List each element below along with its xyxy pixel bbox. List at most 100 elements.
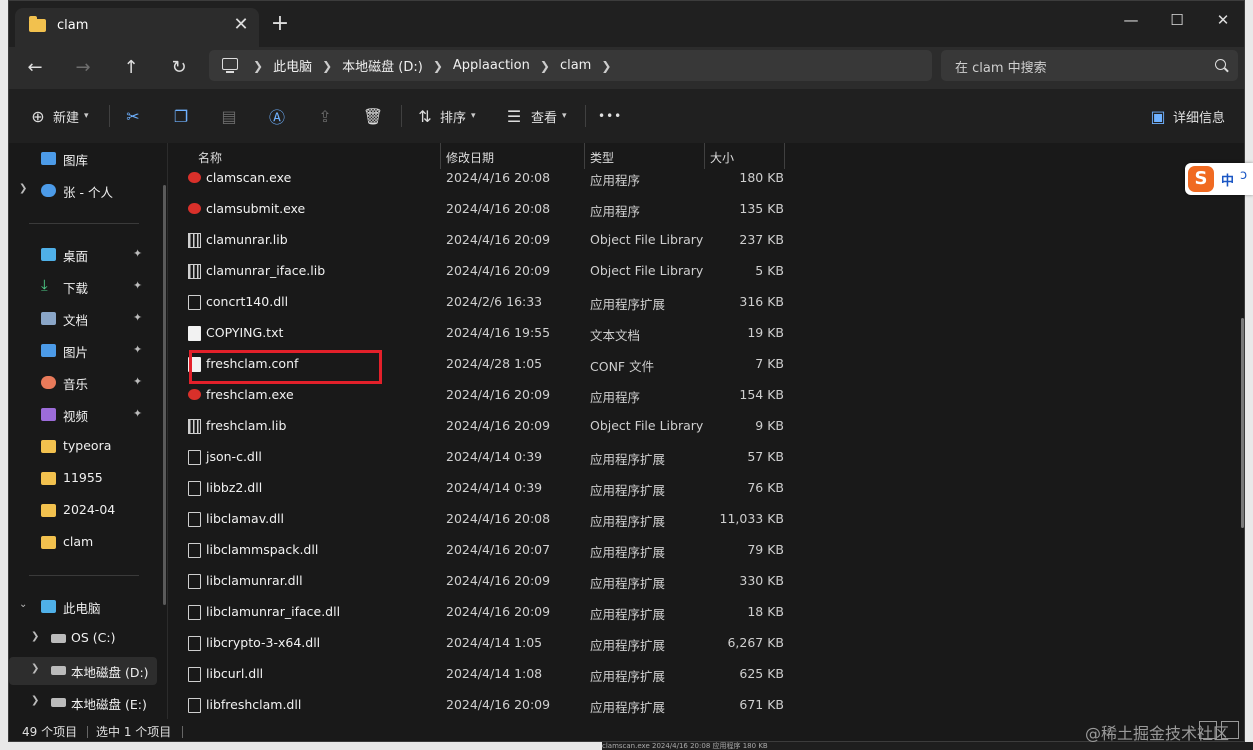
sidebar-item-gallery[interactable]: 图库 [9, 145, 157, 173]
sidebar-item-this-pc[interactable]: ⌄ 此电脑 [9, 593, 157, 621]
details-pane-button[interactable]: ▣ 详细信息 [1147, 103, 1225, 129]
file-row[interactable]: concrt140.dll 2024/2/6 16:33 应用程序扩展 316 KB [168, 293, 798, 324]
sidebar-item-clam[interactable]: clam [9, 529, 157, 557]
delete-button[interactable]: 🗑 [362, 103, 384, 129]
chevron-right-icon[interactable]: ❯ [253, 59, 263, 73]
breadcrumb-clam[interactable]: clam [560, 58, 591, 73]
sidebar-item-typeora[interactable]: typeora [9, 433, 157, 461]
sidebar-item-drive-d[interactable]: ❯ 本地磁盘 (D:) [9, 657, 157, 685]
file-size: 5 KB [755, 263, 784, 278]
sidebar-item-onedrive[interactable]: ❯ 张 - 个人 [9, 177, 157, 205]
file-size: 18 KB [747, 604, 784, 619]
file-size: 180 KB [739, 170, 784, 185]
chevron-right-icon[interactable]: ❯ [540, 59, 550, 73]
file-row[interactable]: libclammspack.dll 2024/4/16 20:07 应用程序扩展 79… [168, 541, 798, 572]
file-date: 2024/4/16 20:09 [446, 604, 551, 619]
chevron-right-icon[interactable]: ❯ [433, 59, 443, 73]
column-header-row: ⌃ 名称 修改日期 类型 大小 [168, 143, 1244, 169]
maximize-button[interactable]: ☐ [1154, 7, 1200, 33]
sidebar-item-videos[interactable]: 视频 ✦ [9, 401, 157, 429]
file-row[interactable]: libbz2.dll 2024/4/14 0:39 应用程序扩展 76 KB [168, 479, 798, 510]
sidebar-scrollbar[interactable] [163, 185, 166, 605]
file-row[interactable]: freshclam.exe 2024/4/16 20:09 应用程序 154 KB [168, 386, 798, 417]
address-bar[interactable]: ❯ 此电脑 ❯ 本地磁盘 (D:) ❯ Applaaction ❯ clam ❯ [209, 50, 932, 81]
file-row[interactable]: clamscan.exe 2024/4/16 20:08 应用程序 180 KB [168, 169, 798, 200]
back-button[interactable]: ← [19, 53, 51, 83]
breadcrumb-applaaction[interactable]: Applaaction [453, 58, 530, 73]
file-row[interactable]: libfreshclam.dll 2024/4/16 20:09 应用程序扩展 671… [168, 696, 798, 719]
file-size: 671 KB [739, 697, 784, 712]
column-divider[interactable] [440, 143, 441, 169]
sidebar-item-downloads[interactable]: ⤓ 下载 ✦ [9, 273, 157, 301]
tab-clam[interactable]: clam ✕ [15, 8, 259, 47]
file-list-scrollbar[interactable] [1241, 318, 1244, 528]
breadcrumb-drive-d[interactable]: 本地磁盘 (D:) [342, 56, 423, 75]
tab-close-icon[interactable]: ✕ [229, 14, 253, 38]
pin-icon[interactable]: ✦ [133, 247, 142, 260]
sidebar-item-pictures[interactable]: 图片 ✦ [9, 337, 157, 365]
column-divider[interactable] [584, 143, 585, 169]
copy-button[interactable]: ❐ [170, 103, 192, 129]
chevron-right-icon[interactable]: ❯ [31, 631, 39, 642]
sogou-ime-toolbar[interactable]: S 中 ↄ [1185, 163, 1253, 195]
pin-icon[interactable]: ✦ [133, 279, 142, 292]
sidebar-item-11955[interactable]: 11955 [9, 465, 157, 493]
sidebar-item-2024-04[interactable]: 2024-04 [9, 497, 157, 525]
file-size: 76 KB [747, 480, 784, 495]
executable-icon [188, 203, 201, 214]
rename-button[interactable]: Ⓐ [266, 103, 288, 129]
pin-icon[interactable]: ✦ [133, 311, 142, 324]
minimize-button[interactable]: — [1108, 7, 1154, 33]
file-row[interactable]: freshclam.lib 2024/4/16 20:09 Object File … [168, 417, 798, 448]
pin-icon[interactable]: ✦ [133, 375, 142, 388]
sidebar-item-documents[interactable]: 文档 ✦ [9, 305, 157, 333]
chevron-right-icon[interactable]: ❯ [601, 59, 611, 73]
column-header-date[interactable]: 修改日期 [446, 149, 494, 166]
file-row[interactable]: libclamunrar.dll 2024/4/16 20:09 应用程序扩展 330… [168, 572, 798, 603]
sidebar-item-music[interactable]: 音乐 ✦ [9, 369, 157, 397]
file-row[interactable]: clamunrar.lib 2024/4/16 20:09 Object File … [168, 231, 798, 262]
sidebar-item-drive-e[interactable]: ❯ 本地磁盘 (E:) [9, 689, 157, 717]
new-button[interactable]: ⊕ 新建 ▾ [27, 103, 88, 129]
sidebar-item-drive-c[interactable]: ❯ OS (C:) [9, 625, 157, 653]
new-tab-button[interactable]: + [267, 11, 293, 37]
chevron-right-icon[interactable]: ❯ [31, 663, 39, 674]
file-row[interactable]: json-c.dll 2024/4/14 0:39 应用程序扩展 57 KB [168, 448, 798, 479]
file-row[interactable]: clamunrar_iface.lib 2024/4/16 20:09 Object… [168, 262, 798, 293]
search-input[interactable]: 在 clam 中搜索 [941, 50, 1238, 81]
refresh-button[interactable]: ↻ [163, 53, 195, 83]
close-window-button[interactable]: ✕ [1200, 7, 1244, 33]
forward-button[interactable]: → [67, 53, 99, 83]
column-divider[interactable] [704, 143, 705, 169]
pin-icon[interactable]: ✦ [133, 343, 142, 356]
cut-button[interactable]: ✂ [122, 103, 144, 129]
sidebar-item-desktop[interactable]: 桌面 ✦ [9, 241, 157, 269]
file-row[interactable]: clamsubmit.exe 2024/4/16 20:08 应用程序 135 KB [168, 200, 798, 231]
chevron-right-icon[interactable]: ❯ [31, 695, 39, 706]
chevron-right-icon[interactable]: ❯ [19, 183, 27, 194]
up-button[interactable]: ↑ [115, 53, 147, 83]
file-row[interactable]: libclamunrar_iface.dll 2024/4/16 20:09 应用程… [168, 603, 798, 634]
column-divider[interactable] [784, 143, 785, 169]
column-header-size[interactable]: 大小 [710, 149, 734, 166]
paste-button[interactable]: ▤ [218, 103, 240, 129]
chevron-right-icon[interactable]: ❯ [322, 59, 332, 73]
file-row[interactable]: libcrypto-3-x64.dll 2024/4/14 1:05 应用程序扩展 6… [168, 634, 798, 665]
share-button[interactable]: ⇪ [314, 103, 336, 129]
search-icon[interactable] [1215, 59, 1226, 70]
breadcrumb-this-pc[interactable]: 此电脑 [273, 56, 312, 75]
sort-button[interactable]: ⇅ 排序 ▾ [414, 103, 475, 129]
column-header-name[interactable]: 名称 [198, 149, 222, 166]
file-size: 11,033 KB [719, 511, 784, 526]
divider [401, 105, 402, 127]
view-button[interactable]: ☰ 查看 ▾ [503, 103, 567, 129]
file-row[interactable]: libcurl.dll 2024/4/14 1:08 应用程序扩展 625 KB [168, 665, 798, 696]
new-label: 新建 [53, 110, 80, 126]
ime-punctuation-icon[interactable]: ↄ [1240, 168, 1247, 183]
chevron-down-icon[interactable]: ⌄ [19, 599, 27, 610]
pin-icon[interactable]: ✦ [133, 407, 142, 420]
file-row[interactable]: libclamav.dll 2024/4/16 20:08 应用程序扩展 11,033… [168, 510, 798, 541]
column-header-type[interactable]: 类型 [590, 149, 614, 166]
more-options-button[interactable]: ••• [598, 103, 622, 129]
ime-mode-label[interactable]: 中 [1221, 170, 1234, 189]
